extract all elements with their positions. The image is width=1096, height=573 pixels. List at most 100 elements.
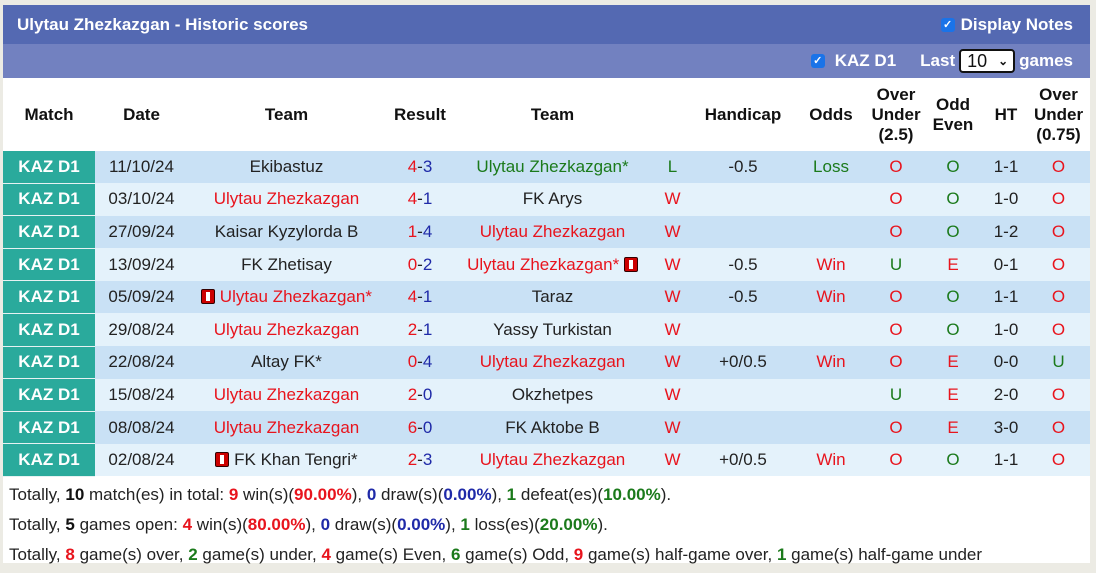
home-team-name[interactable]: Ulytau Zhezkazgan	[214, 320, 360, 339]
odd-even-cell: O	[921, 151, 985, 184]
home-team-name[interactable]: Ekibastuz	[250, 157, 324, 176]
home-team-name[interactable]: Kaisar Kyzylorda B	[215, 222, 359, 241]
odds-cell: Win	[791, 248, 871, 281]
league-cell[interactable]: KAZ D1	[3, 215, 95, 249]
home-team-cell[interactable]: Ulytau Zhezkazgan	[188, 313, 385, 347]
games-count-select[interactable]: 10 ⌄	[959, 49, 1016, 73]
result-letter: W	[650, 280, 695, 314]
league-cell[interactable]: KAZ D1	[3, 280, 95, 314]
score-cell[interactable]: 2-1	[385, 313, 455, 347]
away-team-cell[interactable]: Ulytau Zhezkazgan	[455, 215, 650, 249]
home-team-cell[interactable]: FK Khan Tengri*	[188, 443, 385, 477]
ht-cell: 1-2	[985, 215, 1027, 249]
league-cell[interactable]: KAZ D1	[3, 248, 95, 282]
games-label: games	[1019, 51, 1073, 70]
home-team-name[interactable]: Ulytau Zhezkazgan	[214, 418, 360, 437]
score-cell[interactable]: 4-1	[385, 183, 455, 216]
league-cell[interactable]: KAZ D1	[3, 378, 95, 412]
score-cell[interactable]: 0-4	[385, 346, 455, 379]
date-cell: 02/08/24	[95, 443, 188, 477]
score-cell[interactable]: 0-2	[385, 248, 455, 281]
away-team-name[interactable]: FK Arys	[523, 189, 583, 208]
home-team-cell[interactable]: FK Zhetisay	[188, 248, 385, 281]
away-team-name[interactable]: Taraz	[532, 287, 574, 306]
home-team-name[interactable]: FK Zhetisay	[241, 255, 332, 274]
table-row[interactable]: KAZ D1 05/09/24 Ulytau Zhezkazgan* 4-1 Tara…	[3, 280, 1090, 314]
league-cell[interactable]: KAZ D1	[3, 313, 95, 347]
odds-cell	[791, 215, 871, 249]
away-team-cell[interactable]: Yassy Turkistan	[455, 313, 650, 347]
away-team-name[interactable]: Ulytau Zhezkazgan*	[467, 255, 619, 274]
away-team-name[interactable]: Okzhetpes	[512, 385, 593, 404]
home-team-cell[interactable]: Ulytau Zhezkazgan	[188, 411, 385, 444]
score-cell[interactable]: 4-3	[385, 151, 455, 184]
home-team-name[interactable]: FK Khan Tengri*	[234, 450, 357, 469]
half-over-under-cell: O	[1027, 313, 1090, 347]
league-filter[interactable]: ✓ KAZ D1	[810, 51, 897, 71]
home-team-name[interactable]: Ulytau Zhezkazgan*	[220, 287, 372, 306]
league-cell[interactable]: KAZ D1	[3, 411, 95, 445]
score-cell[interactable]: 2-0	[385, 378, 455, 412]
home-team-name[interactable]: Altay FK*	[251, 352, 322, 371]
home-team-name[interactable]: Ulytau Zhezkazgan	[214, 189, 360, 208]
table-row[interactable]: KAZ D1 22/08/24 Altay FK* 0-4 Ulytau Zhezkaz…	[3, 346, 1090, 380]
over-under-cell: O	[871, 183, 921, 216]
home-team-cell[interactable]: Ulytau Zhezkazgan	[188, 183, 385, 216]
away-team-cell[interactable]: Ulytau Zhezkazgan	[455, 443, 650, 477]
table-row[interactable]: KAZ D1 15/08/24 Ulytau Zhezkazgan 2-0 Okzhet…	[3, 378, 1090, 412]
table-row[interactable]: KAZ D1 27/09/24 Kaisar Kyzylorda B 1-4 Ulyta…	[3, 215, 1090, 249]
score-cell[interactable]: 1-4	[385, 215, 455, 249]
away-team-cell[interactable]: FK Arys	[455, 183, 650, 216]
home-team-cell[interactable]: Altay FK*	[188, 346, 385, 379]
home-team-cell[interactable]: Ulytau Zhezkazgan	[188, 378, 385, 412]
league-cell[interactable]: KAZ D1	[3, 346, 95, 380]
score-away: 1	[422, 287, 433, 307]
away-team-name[interactable]: Ulytau Zhezkazgan	[480, 222, 626, 241]
away-team-cell[interactable]: FK Aktobe B	[455, 411, 650, 444]
table-row[interactable]: KAZ D1 11/10/24 Ekibastuz 4-3 Ulytau Zhezkaz…	[3, 151, 1090, 184]
away-team-name[interactable]: FK Aktobe B	[505, 418, 600, 437]
score-cell[interactable]: 4-1	[385, 280, 455, 314]
score-away: 2	[422, 254, 433, 274]
ht-cell: 1-1	[985, 443, 1027, 477]
table-header: Match Date Team Result Team Handicap Odd…	[3, 78, 1090, 151]
ht-cell: 3-0	[985, 411, 1027, 444]
col-date: Date	[123, 104, 160, 124]
away-team-name[interactable]: Yassy Turkistan	[493, 320, 612, 339]
handicap-cell	[695, 411, 791, 444]
away-team-cell[interactable]: Ulytau Zhezkazgan*	[455, 248, 650, 281]
away-team-cell[interactable]: Ulytau Zhezkazgan*	[455, 151, 650, 184]
table-row[interactable]: KAZ D1 03/10/24 Ulytau Zhezkazgan 4-1 FK Ary…	[3, 183, 1090, 217]
display-notes-checkbox[interactable]: ✓	[940, 17, 955, 32]
league-cell[interactable]: KAZ D1	[3, 183, 95, 217]
away-team-cell[interactable]: Taraz	[455, 280, 650, 314]
away-team-name[interactable]: Ulytau Zhezkazgan	[480, 450, 626, 469]
table-row[interactable]: KAZ D1 02/08/24 FK Khan Tengri* 2-3 Ulytau …	[3, 443, 1090, 477]
league-cell[interactable]: KAZ D1	[3, 443, 95, 477]
col-result: Result	[394, 104, 446, 124]
home-team-cell[interactable]: Ulytau Zhezkazgan*	[188, 280, 385, 314]
home-team-cell[interactable]: Ekibastuz	[188, 151, 385, 184]
table-row[interactable]: KAZ D1 08/08/24 Ulytau Zhezkazgan 6-0 FK Akt…	[3, 411, 1090, 445]
away-team-name[interactable]: Ulytau Zhezkazgan*	[476, 157, 628, 176]
home-team-cell[interactable]: Kaisar Kyzylorda B	[188, 215, 385, 249]
table-row[interactable]: KAZ D1 13/09/24 FK Zhetisay 0-2 Ulytau Zhezk…	[3, 248, 1090, 282]
date-cell: 29/08/24	[95, 313, 188, 347]
score-home: 0	[407, 352, 418, 372]
ht-cell: 1-1	[985, 280, 1027, 314]
score-cell[interactable]: 2-3	[385, 443, 455, 477]
league-checkbox[interactable]: ✓	[810, 54, 825, 68]
table-row[interactable]: KAZ D1 29/08/24 Ulytau Zhezkazgan 2-1 Yassy …	[3, 313, 1090, 347]
league-cell[interactable]: KAZ D1	[3, 151, 95, 184]
score-cell[interactable]: 6-0	[385, 411, 455, 444]
result-letter: W	[650, 248, 695, 281]
odds-cell	[791, 183, 871, 216]
home-team-name[interactable]: Ulytau Zhezkazgan	[214, 385, 360, 404]
away-team-name[interactable]: Ulytau Zhezkazgan	[480, 352, 626, 371]
ht-cell: 1-0	[985, 313, 1027, 347]
league-filter-label: KAZ D1	[834, 51, 897, 70]
away-team-cell[interactable]: Ulytau Zhezkazgan	[455, 346, 650, 379]
away-team-cell[interactable]: Okzhetpes	[455, 378, 650, 412]
display-notes-toggle[interactable]: ✓ Display Notes	[940, 15, 1073, 35]
date-cell: 15/08/24	[95, 378, 188, 412]
